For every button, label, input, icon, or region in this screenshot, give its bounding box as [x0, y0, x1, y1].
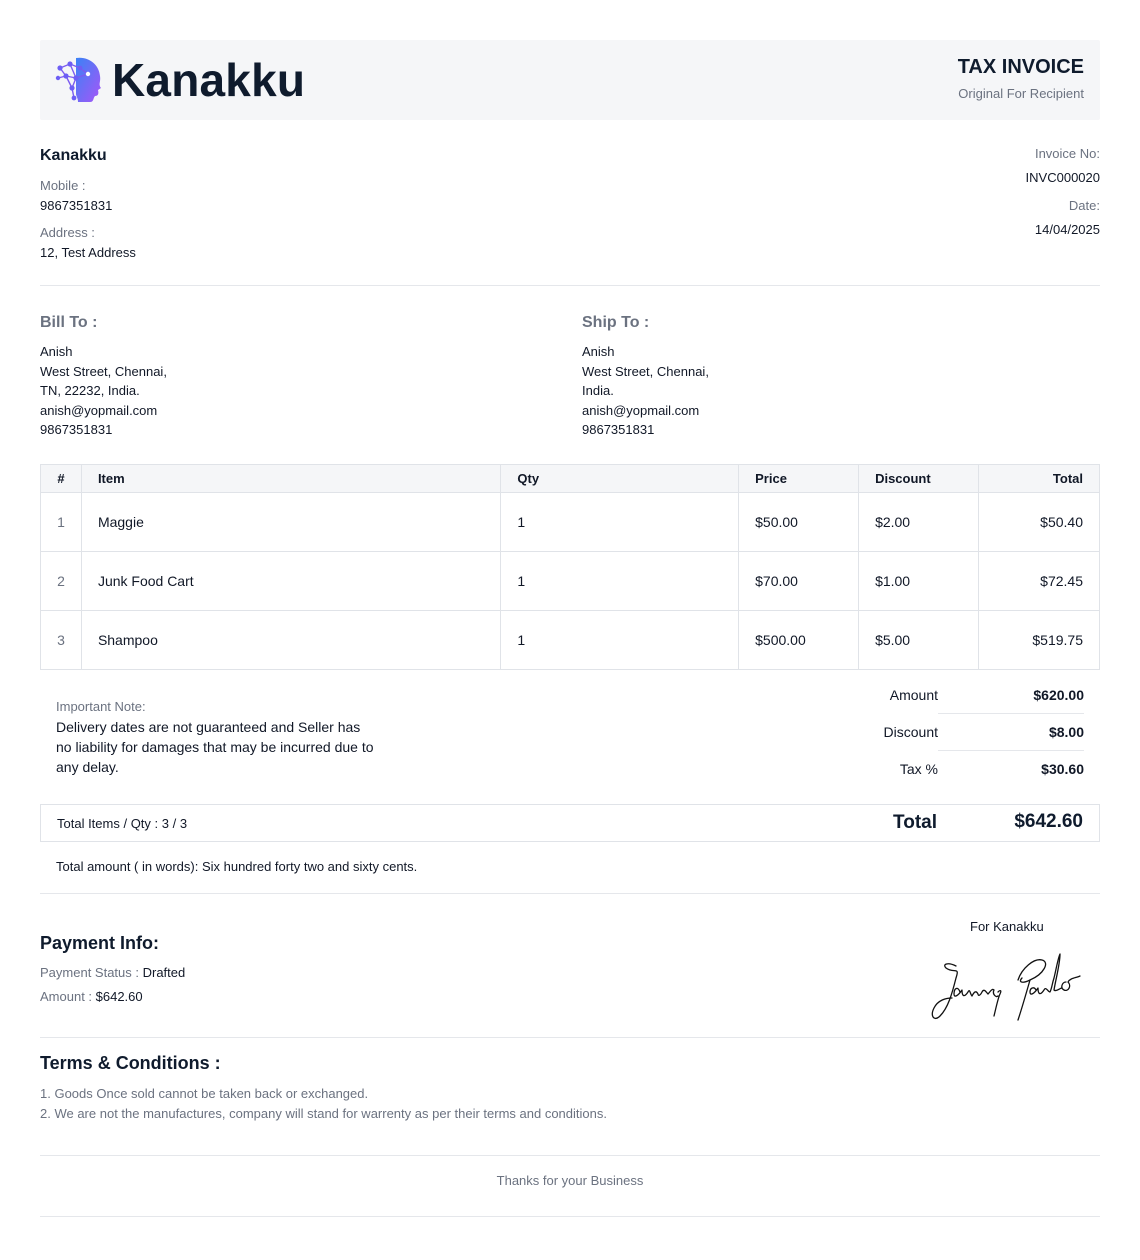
invoice-header: Kanakku TAX INVOICE Original For Recipie…	[40, 40, 1100, 120]
col-header-number: #	[40, 464, 82, 493]
seller-mobile: 9867351831	[40, 198, 113, 213]
row-item: Junk Food Cart	[80, 551, 502, 611]
grand-total-bar: Total Items / Qty : 3 / 3 Total $642.60	[40, 804, 1100, 842]
col-header-discount: Discount	[858, 464, 979, 493]
document-title: TAX INVOICE	[957, 56, 1084, 78]
bill-to-name: Anish	[40, 344, 73, 359]
divider	[40, 1216, 1100, 1217]
payment-amount: $642.60	[95, 989, 143, 1004]
grand-total-value: $642.60	[1014, 811, 1083, 832]
bill-to-street: West Street, Chennai,	[40, 363, 167, 379]
grand-total-label: Total	[893, 812, 937, 833]
document-subtitle: Original For Recipient	[958, 86, 1084, 101]
payment-status-line: Payment Status : Drafted	[40, 965, 185, 980]
term-item: 2. We are not the manufactures, company …	[40, 1106, 607, 1121]
summary-tax-row: Tax % $30.60	[878, 752, 1084, 789]
row-number: 3	[40, 610, 82, 670]
important-note-text: Delivery dates are not guaranteed and Se…	[56, 719, 374, 775]
summary-divider	[938, 750, 1084, 751]
table-header-row: # Item Qty Price Discount Total	[40, 464, 1100, 493]
table-row: 1 Maggie 1 $50.00 $2.00 $50.40	[40, 492, 1100, 552]
ship-to-region: India.	[582, 383, 614, 398]
row-total: $72.45	[978, 551, 1100, 611]
row-qty: 1	[500, 551, 740, 611]
total-items-qty: Total Items / Qty : 3 / 3	[57, 816, 188, 831]
summary-tax-label: Tax %	[899, 761, 938, 777]
payment-amount-label: Amount :	[40, 989, 96, 1004]
row-item: Shampoo	[80, 610, 502, 670]
row-discount: $5.00	[858, 610, 979, 670]
seller-name: Kanakku	[40, 147, 107, 164]
invoice-number-label: Invoice No:	[1034, 146, 1100, 161]
invoice-date: 14/04/2025	[1034, 222, 1100, 237]
divider	[40, 1155, 1100, 1156]
important-note-label: Important Note:	[56, 699, 146, 714]
row-price: $50.00	[738, 492, 860, 552]
col-header-qty: Qty	[500, 464, 740, 493]
seller-address-label: Address :	[40, 225, 95, 240]
payment-status-label: Payment Status :	[40, 965, 143, 980]
divider	[40, 1037, 1100, 1038]
brain-network-head-icon	[55, 57, 101, 102]
brand-name: Kanakku	[112, 54, 306, 106]
invoice-number: INVC000020	[1025, 170, 1100, 185]
col-header-item: Item	[80, 464, 502, 493]
row-price: $70.00	[738, 551, 860, 611]
row-discount: $1.00	[858, 551, 979, 611]
invoice-date-label: Date:	[1068, 198, 1100, 213]
table-row: 2 Junk Food Cart 1 $70.00 $1.00 $72.45	[40, 551, 1100, 611]
signature-for-label: For Kanakku	[970, 919, 1044, 934]
payment-status: Drafted	[142, 965, 186, 980]
row-price: $500.00	[738, 610, 860, 670]
summary-amount-row: Amount $620.00	[878, 678, 1084, 715]
summary-discount-label: Discount	[883, 724, 938, 740]
thanks-message: Thanks for your Business	[496, 1173, 644, 1188]
terms-title: Terms & Conditions :	[40, 1053, 221, 1073]
bill-to-region: TN, 22232, India.	[40, 383, 140, 398]
ship-to-email: anish@yopmail.com	[582, 402, 700, 418]
summary-amount: $620.00	[1033, 687, 1084, 703]
term-item: 1. Goods Once sold cannot be taken back …	[40, 1086, 369, 1101]
row-total: $50.40	[978, 492, 1100, 552]
col-header-price: Price	[738, 464, 860, 493]
summary-tax: $30.60	[1041, 761, 1084, 777]
ship-to-street: West Street, Chennai,	[582, 363, 709, 379]
row-total: $519.75	[978, 610, 1100, 670]
row-qty: 1	[500, 610, 740, 670]
payment-info-title: Payment Info:	[40, 933, 160, 953]
bill-to-email: anish@yopmail.com	[40, 402, 158, 418]
row-discount: $2.00	[858, 492, 979, 552]
bill-to-phone: 9867351831	[40, 422, 113, 437]
divider	[40, 893, 1100, 894]
amount-in-words: Total amount ( in words): Six hundred fo…	[56, 859, 418, 874]
ship-to-name: Anish	[582, 344, 615, 359]
bill-to-title: Bill To :	[40, 314, 98, 331]
row-qty: 1	[500, 492, 740, 552]
ship-to-title: Ship To :	[582, 314, 650, 331]
table-row: 3 Shampoo 1 $500.00 $5.00 $519.75	[40, 610, 1100, 670]
row-item: Maggie	[80, 492, 502, 552]
ship-to-phone: 9867351831	[582, 422, 655, 437]
row-number: 2	[40, 551, 82, 611]
summary-discount: $8.00	[1048, 724, 1084, 740]
summary-discount-row: Discount $8.00	[878, 715, 1084, 752]
divider	[40, 285, 1100, 286]
handwritten-signature	[931, 953, 1081, 1021]
payment-amount-line: Amount : $642.60	[40, 989, 143, 1004]
summary-divider	[938, 713, 1084, 714]
row-number: 1	[40, 492, 82, 552]
seller-mobile-label: Mobile :	[40, 178, 86, 193]
seller-address: 12, Test Address	[40, 245, 136, 260]
items-table: # Item Qty Price Discount Total 1 Maggie…	[40, 464, 1100, 670]
summary-amount-label: Amount	[889, 687, 938, 703]
col-header-total: Total	[978, 464, 1100, 493]
